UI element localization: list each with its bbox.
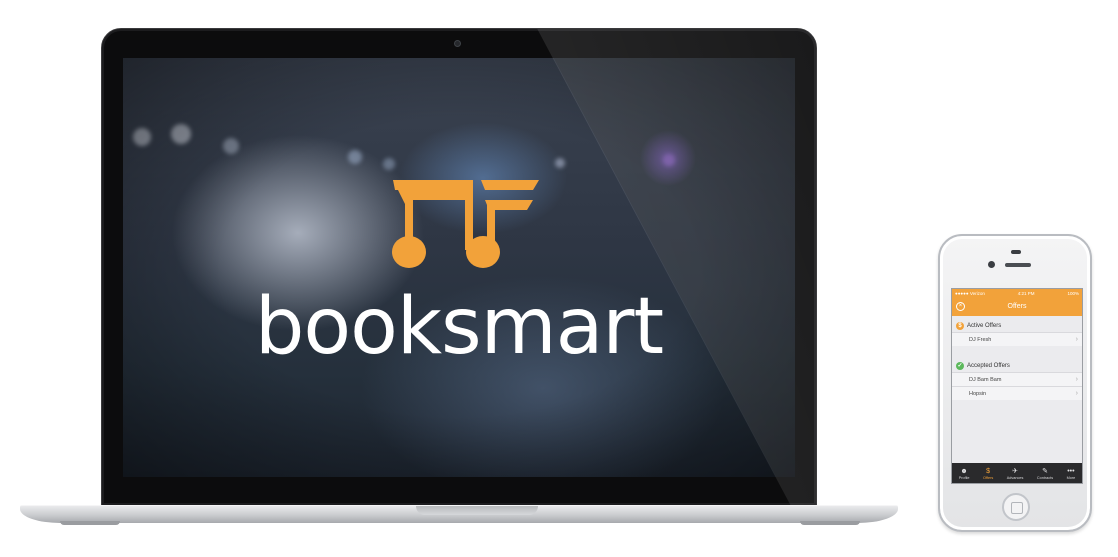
booksmart-logo-icon xyxy=(392,180,539,268)
dollar-icon: $ xyxy=(956,322,964,330)
check-icon: ✓ xyxy=(956,362,964,370)
dollar-icon: $ xyxy=(986,467,991,475)
chevron-right-icon: › xyxy=(1075,390,1078,397)
laptop-foot xyxy=(800,521,860,525)
plane-icon: ✈ xyxy=(1012,467,1018,475)
section-header: ✓ Accepted Offers xyxy=(952,360,1082,372)
list-item[interactable]: Hopsin › xyxy=(952,386,1082,400)
laptop-lid: booksmart xyxy=(101,28,817,506)
status-battery: 100% xyxy=(1067,291,1079,296)
list-item-label: DJ Fresh xyxy=(969,336,992,343)
section-accepted-offers: ✓ Accepted Offers DJ Bam Bam › Hopsin › xyxy=(952,360,1082,400)
home-button[interactable] xyxy=(1002,493,1030,521)
list-item[interactable]: DJ Fresh › xyxy=(952,332,1082,346)
list-item-label: DJ Bam Bam xyxy=(969,376,1002,383)
phone: ●●●●● Verizon 4:21 PM 100% × Offers $ Ac… xyxy=(938,234,1092,532)
tab-profile[interactable]: ☻ Profile xyxy=(959,467,970,480)
phone-sensor xyxy=(1011,250,1021,254)
list-item-label: Hopsin xyxy=(969,390,987,397)
tab-bar: ☻ Profile $ Offers ✈ Advances ✎ Contract… xyxy=(952,463,1082,483)
pen-icon: ✎ xyxy=(1042,467,1048,475)
status-bar: ●●●●● Verizon 4:21 PM 100% xyxy=(952,289,1082,298)
device-mockup: booksmart ●●●●● Verizon 4:21 PM 100% × O… xyxy=(0,0,1118,557)
section-active-offers: $ Active Offers DJ Fresh › xyxy=(952,320,1082,346)
laptop-screen: booksmart xyxy=(123,58,795,477)
tab-contracts[interactable]: ✎ Contracts xyxy=(1037,467,1053,480)
laptop-camera xyxy=(454,40,461,47)
phone-front-camera xyxy=(988,261,995,268)
laptop-base xyxy=(20,505,898,523)
tab-offers[interactable]: $ Offers xyxy=(983,467,993,480)
status-carrier: ●●●●● Verizon xyxy=(955,291,985,296)
close-icon[interactable]: × xyxy=(956,302,965,311)
tab-more[interactable]: ••• More xyxy=(1067,467,1076,480)
laptop-foot xyxy=(60,521,120,525)
chevron-right-icon: › xyxy=(1075,376,1078,383)
status-time: 4:21 PM xyxy=(1017,291,1035,296)
person-icon: ☻ xyxy=(960,467,968,475)
phone-screen: ●●●●● Verizon 4:21 PM 100% × Offers $ Ac… xyxy=(951,288,1083,484)
list-item[interactable]: DJ Bam Bam › xyxy=(952,372,1082,386)
nav-bar: × Offers xyxy=(952,298,1082,316)
chevron-right-icon: › xyxy=(1075,336,1078,343)
tab-advances[interactable]: ✈ Advances xyxy=(1007,467,1024,480)
nav-title: Offers xyxy=(1007,303,1027,310)
laptop-opening-notch xyxy=(416,506,538,515)
more-icon: ••• xyxy=(1067,467,1075,475)
brand-wordmark: booksmart xyxy=(254,282,664,372)
phone-speaker xyxy=(1005,263,1031,267)
section-title: Active Offers xyxy=(967,323,1002,329)
section-header: $ Active Offers xyxy=(952,320,1082,332)
section-title: Accepted Offers xyxy=(967,363,1010,369)
